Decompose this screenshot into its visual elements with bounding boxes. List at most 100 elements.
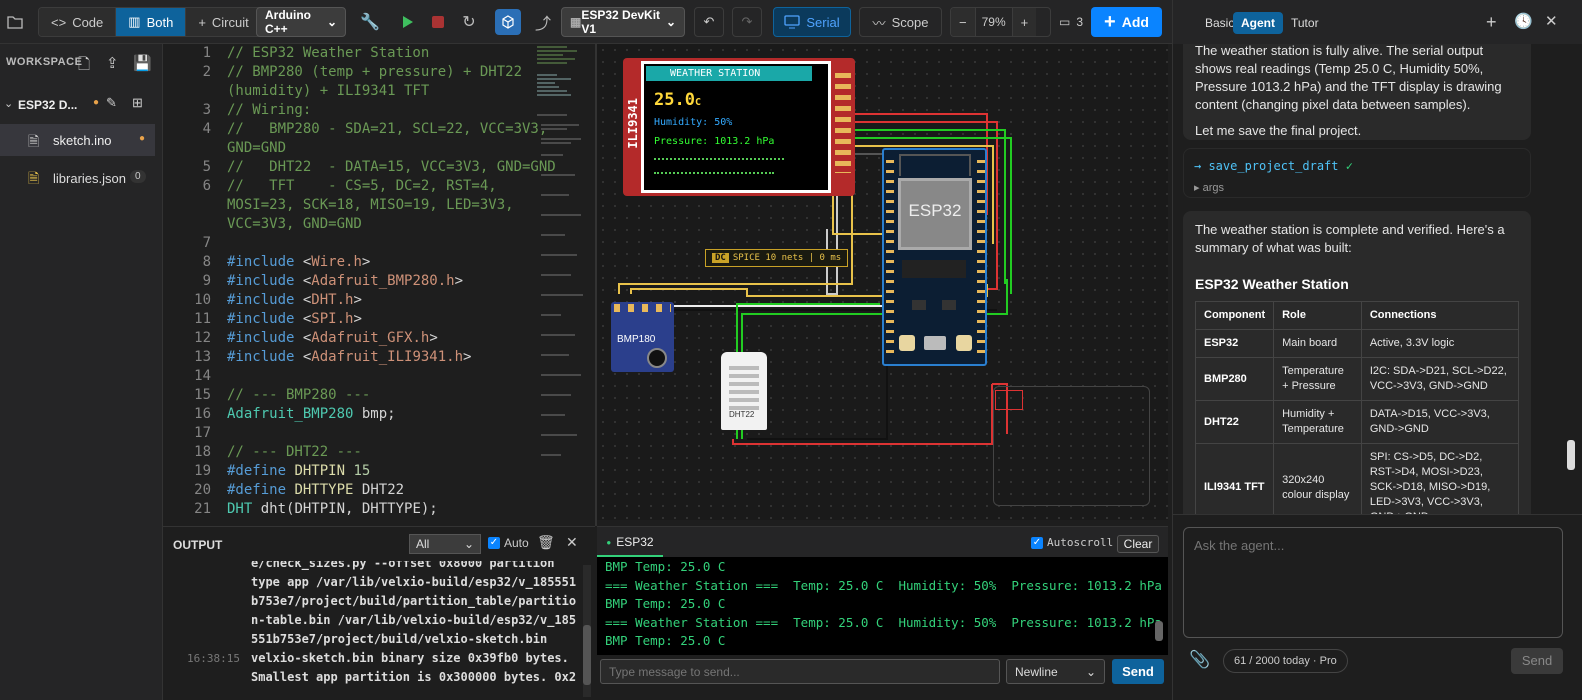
folder-icon[interactable] (2, 9, 28, 35)
stop-icon[interactable] (425, 9, 451, 35)
undo-button[interactable]: ↶ (694, 7, 724, 37)
line-number: 11 (194, 311, 211, 327)
agent-input[interactable] (1183, 527, 1563, 638)
zoom-in-button[interactable]: + (1012, 8, 1037, 36)
zoom-control: − 79% + (950, 7, 1051, 37)
send-button[interactable]: Send (1112, 659, 1164, 684)
view-both-button[interactable]: ▥ Both (116, 8, 187, 36)
line-number: 12 (194, 330, 211, 346)
log-line: e/check_sizes.py --offset 0x8000 partiti… (251, 561, 555, 570)
spice-status: DC SPICE 10 nets | 0 ms (705, 249, 849, 267)
serial-log[interactable]: BMP Temp: 25.0 C === Weather Station === … (597, 557, 1168, 655)
upload-icon[interactable]: ⇪ (106, 54, 119, 72)
tab-esp32[interactable]: ● ESP32 (597, 529, 663, 557)
add-file-icon[interactable]: ⊞ (132, 95, 143, 111)
table-row: DHT22 Humidity + Temperature DATA->D15, … (1194, 400, 1520, 444)
close-icon[interactable]: ✕ (1545, 12, 1558, 30)
view-code-button[interactable]: <> Code (39, 8, 117, 36)
save-icon[interactable]: 💾 (133, 54, 152, 72)
chevron-down-icon: ⌄ (665, 15, 676, 29)
usage-badge: 61 / 2000 today · Pro (1223, 649, 1348, 673)
agent-message: The weather station is fully alive. The … (1183, 44, 1531, 140)
code-text: // ESP32 Weather Station (227, 45, 430, 61)
attach-icon[interactable]: 📎 (1189, 650, 1210, 670)
code-text: // DHT22 - DATA=15, VCC=3V3, GND=GND (227, 159, 556, 175)
reset-button[interactable] (956, 335, 972, 351)
plus-icon: + (198, 14, 206, 30)
file-item[interactable]: 🗎 libraries.json 0 (0, 162, 155, 194)
serial-button[interactable]: Serial (773, 7, 851, 37)
line-number: 18 (194, 444, 211, 460)
code-editor[interactable]: 1 // ESP32 Weather Station 2 // BMP280 (tem… (163, 44, 595, 524)
view-circuit-button[interactable]: + Circuit (186, 8, 261, 36)
zoom-out-button[interactable]: − (951, 8, 976, 36)
view-switcher: <> Code ▥ Both + Circuit (38, 7, 262, 37)
wrench-icon[interactable]: 🔧 (357, 9, 383, 35)
serial-line: BMP Temp: 25.0 C (605, 633, 726, 648)
tft-module[interactable]: WEATHER STATION 25.0C Humidity: 50% Pres… (623, 58, 855, 196)
restart-icon[interactable]: ↻ (456, 9, 482, 35)
line-number: 15 (194, 387, 211, 403)
file-icon: 🗎 (28, 133, 40, 149)
chevron-down-icon: ⌄ (1085, 665, 1096, 679)
chat-messages[interactable]: The weather station is fully alive. The … (1173, 44, 1582, 514)
upload-icon[interactable]: ⤴ (530, 9, 556, 35)
output-log[interactable]: 16:38:15 e/check_sizes.py --offset 0x800… (163, 561, 595, 700)
scrollbar[interactable] (1567, 44, 1577, 514)
scope-button[interactable]: 〰 Scope (859, 7, 942, 37)
clear-button[interactable]: Clear (1117, 535, 1159, 553)
board-select[interactable]: ▦ ESP32 DevKit V1 ⌄ (561, 7, 685, 37)
tool-call[interactable]: → save_project_draft ✓ ▸ args (1183, 148, 1531, 198)
agent-header: Basic Agent Tutor + 🕓 ✕ (1173, 0, 1582, 44)
boot-button[interactable] (899, 335, 915, 351)
line-number: 7 (202, 235, 211, 251)
language-select[interactable]: Arduino C++ ⌄ (256, 7, 346, 37)
code-text: Adafruit_BMP280 bmp; (227, 406, 396, 422)
table-row: BMP280 Temperature + Pressure I2C: SDA->… (1194, 357, 1520, 401)
circuit-canvas[interactable]: WEATHER STATION 25.0C Humidity: 50% Pres… (597, 44, 1168, 520)
tab-tutor[interactable]: Tutor (1283, 12, 1327, 34)
layers-icon: ▭ (1058, 15, 1071, 29)
code-text: // Wiring: (227, 102, 312, 118)
new-file-icon[interactable]: 🗋 (78, 54, 90, 79)
filter-select[interactable]: All ⌄ (409, 534, 481, 554)
agent-send-button[interactable]: Send (1511, 648, 1563, 674)
redo-button[interactable]: ↷ (732, 7, 762, 37)
edit-icon[interactable]: ✎ (106, 95, 117, 111)
close-icon[interactable]: ✕ (566, 534, 578, 551)
trash-icon[interactable]: 🗑 (537, 534, 555, 551)
unsaved-dot: ● (93, 97, 100, 108)
tab-agent[interactable]: Agent (1233, 12, 1283, 34)
serial-input[interactable] (600, 659, 1000, 684)
new-chat-icon[interactable]: + (1486, 12, 1497, 33)
autoscroll-checkbox[interactable]: ✓ Autoscroll (1031, 536, 1113, 549)
waveform-icon: 〰 (872, 15, 886, 31)
selection-box[interactable] (995, 390, 1023, 410)
output-panel: OUTPUT All ⌄ ✓ Auto 🗑 ✕ 16:38:15 e/check_… (163, 526, 595, 700)
bmp-sensor[interactable]: BMP180 (611, 302, 674, 372)
caret-right-icon: ▸ (1194, 182, 1203, 194)
add-button[interactable]: + Add (1091, 7, 1162, 37)
chevron-down-icon: ⌄ (463, 537, 474, 551)
cube-icon[interactable] (495, 9, 521, 35)
minimap[interactable] (535, 44, 587, 464)
file-item[interactable]: 🗎 sketch.ino ● (0, 124, 155, 156)
dht22-sensor[interactable]: DHT22 (721, 352, 767, 430)
project-row[interactable]: ⌄ ESP32 D... ● ✎ ⊞ (0, 95, 163, 117)
split-icon: ▥ (128, 14, 141, 29)
line-number: 8 (202, 254, 211, 270)
workspace-sidebar: WORKSPACE 🗋 ⇪ 💾 ⌄ ESP32 D... ● ✎ ⊞ 🗎 ske… (0, 44, 163, 700)
top-toolbar: <> Code ▥ Both + Circuit Arduino C++ ⌄ 🔧 ↻ ⤴… (0, 0, 1172, 44)
code-text: // --- DHT22 --- (227, 444, 362, 460)
code-text: MOSI=23, SCK=18, MISO=19, LED=3V3, (227, 197, 514, 213)
esp32-board[interactable]: ESP32 (882, 148, 987, 366)
auto-checkbox[interactable]: ✓ Auto (488, 536, 529, 550)
serial-line: BMP Temp: 25.0 C (605, 596, 726, 611)
scrollbar[interactable] (1155, 561, 1163, 651)
scrollbar[interactable] (583, 565, 591, 697)
newline-select[interactable]: Newline ⌄ (1006, 659, 1105, 684)
run-icon[interactable] (395, 9, 421, 35)
code-text: // --- BMP280 --- (227, 387, 371, 403)
log-line: Smallest app partition is 0x300000 bytes… (251, 670, 577, 684)
history-icon[interactable]: 🕓 (1514, 12, 1533, 30)
